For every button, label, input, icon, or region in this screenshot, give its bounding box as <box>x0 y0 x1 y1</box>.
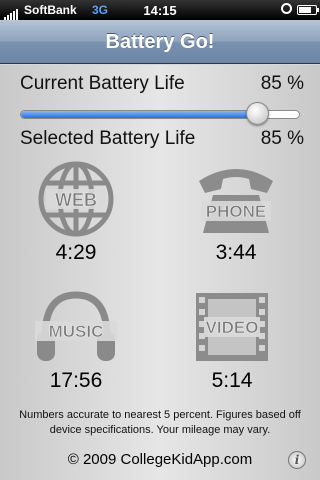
info-icon: i <box>294 453 300 467</box>
main-content: Current Battery Life 85 % Selected Batte… <box>0 65 320 480</box>
info-button[interactable]: i <box>288 451 306 469</box>
globe-icon: WEB <box>38 161 114 237</box>
selected-battery-value: 85 % <box>260 128 304 149</box>
video-time: 5:14 <box>211 369 253 392</box>
rotation-lock-icon <box>281 3 292 14</box>
phone-label: PHONE <box>206 202 266 221</box>
web-label: WEB <box>55 190 97 210</box>
film-icon: VIDEO <box>196 293 268 361</box>
nav-bar: Battery Go! <box>0 20 320 64</box>
battery-icon <box>297 5 319 15</box>
status-bar: SoftBank 3G 14:15 <box>0 0 320 20</box>
current-battery-label: Current Battery Life <box>20 73 185 94</box>
page-title: Battery Go! <box>105 31 215 53</box>
phone-icon: PHONE <box>199 169 273 233</box>
web-tile[interactable]: WEB 4:29 <box>16 159 136 265</box>
battery-slider[interactable] <box>20 102 300 125</box>
slider-thumb[interactable] <box>246 102 270 125</box>
headphones-icon: MUSIC <box>35 291 117 361</box>
current-battery-value: 85 % <box>260 73 304 94</box>
video-label: VIDEO <box>206 318 259 337</box>
music-time: 17:56 <box>49 369 103 392</box>
web-time: 4:29 <box>55 241 97 264</box>
slider-fill <box>21 111 258 118</box>
music-label: MUSIC <box>49 322 104 341</box>
disclaimer-note: Numbers accurate to nearest 5 percent. F… <box>19 409 301 436</box>
copyright-text: © 2009 CollegeKidApp.com <box>67 451 253 468</box>
video-tile[interactable]: VIDEO 5:14 <box>172 287 292 393</box>
status-time: 14:15 <box>143 3 177 18</box>
music-tile[interactable]: MUSIC 17:56 <box>16 287 136 393</box>
selected-battery-label: Selected Battery Life <box>20 128 196 149</box>
phone-tile[interactable]: PHONE 3:44 <box>176 159 296 265</box>
phone-time: 3:44 <box>215 241 257 264</box>
